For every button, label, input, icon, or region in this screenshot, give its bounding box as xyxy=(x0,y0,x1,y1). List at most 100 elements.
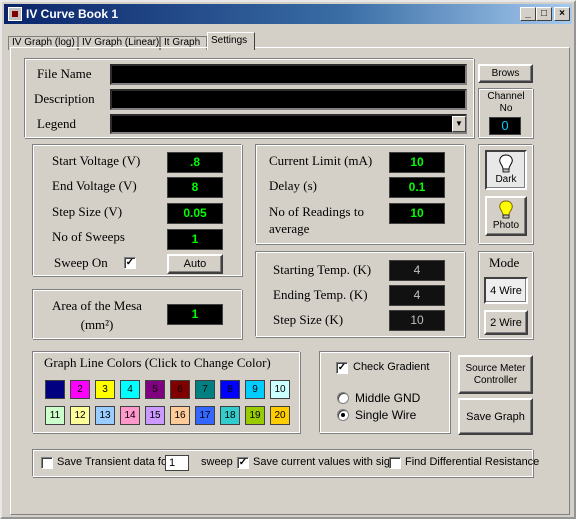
temp-step-label: Step Size (K) xyxy=(273,312,344,327)
color-swatch-3[interactable]: 3 xyxy=(95,380,115,399)
two-wire-button[interactable]: 2 Wire xyxy=(484,310,528,335)
maximize-button[interactable]: □ xyxy=(536,7,552,21)
color-swatch-6[interactable]: 6 xyxy=(170,380,190,399)
color-swatch-13[interactable]: 13 xyxy=(95,406,115,425)
photo-button[interactable]: Photo xyxy=(485,196,527,236)
light-panel: Dark Photo xyxy=(478,144,533,244)
chevron-down-icon[interactable]: ▼ xyxy=(452,116,466,132)
dark-button[interactable]: Dark xyxy=(485,150,527,190)
color-swatch-1[interactable]: 1 xyxy=(45,380,65,399)
end-voltage-label: End Voltage (V) xyxy=(52,178,137,193)
sweep-on-checkbox[interactable]: ✓ xyxy=(124,257,136,269)
ending-temp-label: Ending Temp. (K) xyxy=(273,287,368,302)
middle-gnd-label: Middle GND xyxy=(355,391,421,405)
main-window: IV Curve Book 1 _ □ × IV Graph (log) IV … xyxy=(0,0,576,519)
find-differential-label: Find Differential Resistance xyxy=(405,456,540,468)
mode-panel: Mode 4 Wire 2 Wire xyxy=(478,251,533,339)
close-button[interactable]: × xyxy=(554,7,570,21)
start-voltage-input[interactable]: .8 xyxy=(167,152,223,173)
bulb-on-icon xyxy=(499,200,513,219)
current-limit-label: Current Limit (mA) xyxy=(269,153,373,168)
starting-temp-label: Starting Temp. (K) xyxy=(273,262,372,277)
save-graph-button[interactable]: Save Graph xyxy=(458,398,533,435)
mesa-area-label: Area of the Mesa (mm²) xyxy=(52,298,142,332)
legend-combo[interactable] xyxy=(110,114,467,134)
save-transient-label: Save Transient data for xyxy=(57,456,171,468)
sweeps-input[interactable]: 1 xyxy=(167,229,223,250)
window-title: IV Curve Book 1 xyxy=(26,7,119,21)
sweep-unit-label: sweep xyxy=(201,456,233,468)
single-wire-label: Single Wire xyxy=(355,408,417,422)
end-voltage-input[interactable]: 8 xyxy=(167,177,223,198)
single-wire-radio[interactable] xyxy=(337,409,349,421)
step-size-label: Step Size (V) xyxy=(52,204,123,219)
line-colors-panel: Graph Line Colors (Click to Change Color… xyxy=(32,351,300,433)
transient-sweep-count-input[interactable]: 1 xyxy=(165,455,189,471)
ending-temp-input[interactable]: 4 xyxy=(389,285,445,306)
delay-input[interactable]: 0.1 xyxy=(389,177,445,198)
bulb-off-icon xyxy=(499,154,513,173)
readings-label: No of Readings to average xyxy=(269,204,364,236)
dark-label: Dark xyxy=(495,174,517,185)
tab-settings[interactable]: Settings xyxy=(207,32,255,50)
sweep-panel: Start Voltage (V) .8 End Voltage (V) 8 S… xyxy=(32,144,242,276)
temperature-panel: Starting Temp. (K) 4 Ending Temp. (K) 4 … xyxy=(255,251,465,337)
color-swatch-18[interactable]: 18 xyxy=(220,406,240,425)
file-name-label: File Name xyxy=(37,66,92,81)
color-swatch-11[interactable]: 11 xyxy=(45,406,65,425)
file-panel: File Name Description Legend ▼ xyxy=(24,58,474,138)
step-size-input[interactable]: 0.05 xyxy=(167,203,223,224)
color-swatch-5[interactable]: 5 xyxy=(145,380,165,399)
check-gradient-label: Check Gradient xyxy=(353,361,430,373)
color-swatch-20[interactable]: 20 xyxy=(270,406,290,425)
color-swatch-8[interactable]: 8 xyxy=(220,380,240,399)
mode-label: Mode xyxy=(489,255,520,270)
description-label: Description xyxy=(34,91,95,106)
color-swatch-7[interactable]: 7 xyxy=(195,380,215,399)
color-swatch-10[interactable]: 10 xyxy=(270,380,290,399)
color-swatch-2[interactable]: 2 xyxy=(70,380,90,399)
channel-panel: Channel No 0 xyxy=(478,88,533,138)
sweeps-label: No of Sweeps xyxy=(52,229,125,244)
channel-no-value[interactable]: 0 xyxy=(489,117,521,135)
app-icon xyxy=(8,7,22,21)
color-swatch-12[interactable]: 12 xyxy=(70,406,90,425)
save-current-checkbox[interactable]: ✓ xyxy=(237,457,249,469)
temp-step-input[interactable]: 10 xyxy=(389,310,445,331)
current-limit-input[interactable]: 10 xyxy=(389,152,445,173)
footer-options-panel: Save Transient data for 1 sweep ✓ Save c… xyxy=(32,449,539,477)
color-swatch-19[interactable]: 19 xyxy=(245,406,265,425)
color-swatch-16[interactable]: 16 xyxy=(170,406,190,425)
color-swatch-9[interactable]: 9 xyxy=(245,380,265,399)
save-transient-checkbox[interactable] xyxy=(41,457,53,469)
sweep-on-label: Sweep On xyxy=(54,255,108,270)
delay-label: Delay (s) xyxy=(269,178,318,193)
readings-input[interactable]: 10 xyxy=(389,203,445,224)
description-input[interactable] xyxy=(110,89,467,110)
starting-temp-input[interactable]: 4 xyxy=(389,260,445,281)
line-colors-title: Graph Line Colors (Click to Change Color… xyxy=(44,355,271,370)
channel-no-label: Channel No xyxy=(487,91,525,114)
color-swatch-14[interactable]: 14 xyxy=(120,406,140,425)
legend-label: Legend xyxy=(37,116,76,131)
find-differential-checkbox[interactable] xyxy=(389,457,401,469)
file-name-input[interactable] xyxy=(110,64,467,85)
limits-panel: Current Limit (mA) 10 Delay (s) 0.1 No o… xyxy=(255,144,465,244)
photo-label: Photo xyxy=(492,220,520,231)
browse-button[interactable]: Brows xyxy=(478,64,533,83)
save-current-label: Save current values with sign xyxy=(253,456,397,468)
options-panel: ✓ Check Gradient Middle GND Single Wire xyxy=(319,351,450,433)
color-swatch-4[interactable]: 4 xyxy=(120,380,140,399)
start-voltage-label: Start Voltage (V) xyxy=(52,153,141,168)
four-wire-button[interactable]: 4 Wire xyxy=(484,277,528,304)
middle-gnd-radio[interactable] xyxy=(337,392,349,404)
check-gradient-checkbox[interactable]: ✓ xyxy=(336,362,348,374)
color-swatch-15[interactable]: 15 xyxy=(145,406,165,425)
source-meter-controller-button[interactable]: Source Meter Controller xyxy=(458,355,533,394)
title-bar[interactable]: IV Curve Book 1 _ □ × xyxy=(4,4,572,24)
auto-button[interactable]: Auto xyxy=(167,254,223,274)
color-swatch-17[interactable]: 17 xyxy=(195,406,215,425)
minimize-button[interactable]: _ xyxy=(520,7,536,21)
mesa-panel: Area of the Mesa (mm²) 1 xyxy=(32,289,242,339)
mesa-area-input[interactable]: 1 xyxy=(167,304,223,325)
